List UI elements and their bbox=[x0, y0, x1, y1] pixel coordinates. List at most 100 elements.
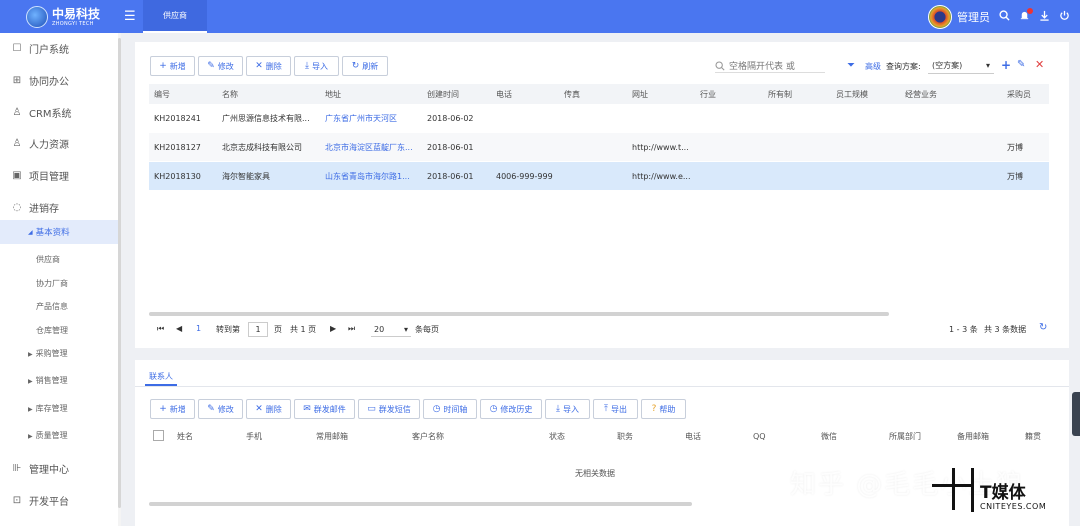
refresh-icon[interactable]: ↻ bbox=[1039, 322, 1047, 333]
column-header[interactable]: QQ bbox=[753, 426, 766, 446]
search-icon[interactable] bbox=[999, 9, 1010, 24]
column-header[interactable]: 员工规模 bbox=[836, 84, 868, 104]
help-button[interactable]: ? 帮助 bbox=[641, 399, 686, 419]
tab-contacts[interactable]: 联系人 bbox=[145, 368, 177, 386]
top-bar: 中易科技 ZHONGYI TECH ☰ 供应商 管理员 bbox=[0, 0, 1080, 33]
column-header[interactable]: 状态 bbox=[549, 426, 565, 446]
sidebar-sub-warehouse[interactable]: 仓库管理 bbox=[36, 325, 68, 336]
logo[interactable]: 中易科技 ZHONGYI TECH bbox=[26, 4, 126, 30]
prev-page-icon[interactable]: ◀ bbox=[176, 324, 182, 333]
column-header[interactable]: 经营业务 bbox=[905, 84, 937, 104]
search-input[interactable]: 空格隔开代表 或 bbox=[715, 59, 825, 73]
tab-supplier[interactable]: 供应商 bbox=[143, 0, 207, 33]
table-header: 编号 名称 地址 创建时间 电话 传真 网址 行业 所有制 员工规模 经营业务 … bbox=[149, 84, 1049, 104]
scheme-select[interactable]: (空方案) ▾ bbox=[928, 58, 994, 74]
column-header[interactable]: 客户名称 bbox=[412, 426, 444, 446]
table-row-selected[interactable]: KH2018130 海尔智能家具 山东省青岛市海尔路1... 2018-06-0… bbox=[149, 162, 1049, 190]
add-scheme-icon[interactable]: + bbox=[1001, 58, 1011, 72]
column-header[interactable]: 手机 bbox=[246, 426, 262, 446]
current-page[interactable]: 1 bbox=[196, 324, 201, 333]
timeline-button[interactable]: ◷ 时间轴 bbox=[423, 399, 477, 419]
last-page-icon[interactable]: ⏭ bbox=[348, 324, 355, 334]
sidebar-item-hr[interactable]: ♙ 人力资源 bbox=[0, 131, 121, 155]
contact-edit-button[interactable]: ✎ 修改 bbox=[198, 399, 243, 419]
column-header[interactable]: 职务 bbox=[617, 426, 633, 446]
contact-export-button[interactable]: ⤒ 导出 bbox=[593, 399, 638, 419]
column-header[interactable]: 微信 bbox=[821, 426, 837, 446]
clock-icon: ◷ bbox=[489, 404, 498, 414]
sidebar-sub-product[interactable]: 产品信息 bbox=[36, 301, 68, 312]
column-header[interactable]: 编号 bbox=[154, 84, 170, 104]
sidebar-group-basic-info[interactable]: ◢ 基本资料 bbox=[0, 220, 121, 244]
sidebar-item-inventory[interactable]: ◌ 进销存 bbox=[0, 195, 121, 219]
sidebar-item-dev-platform[interactable]: ⊡ 开发平台 bbox=[0, 488, 121, 512]
page-size-select[interactable]: 20 ▾ bbox=[371, 322, 411, 337]
column-header[interactable]: 行业 bbox=[700, 84, 716, 104]
sidebar-item-office[interactable]: ⊞ 协同办公 bbox=[0, 68, 121, 92]
contact-delete-button[interactable]: ✕ 删除 bbox=[246, 399, 291, 419]
cell-created: 2018-06-02 bbox=[427, 113, 474, 123]
download-icon[interactable] bbox=[1039, 10, 1050, 24]
column-header[interactable]: 姓名 bbox=[177, 426, 193, 446]
sidebar-scrollbar[interactable] bbox=[118, 33, 121, 526]
column-header[interactable]: 电话 bbox=[685, 426, 701, 446]
cell-address[interactable]: 山东省青岛市海尔路1... bbox=[325, 162, 421, 190]
sidebar-sub-supplier[interactable]: 供应商 bbox=[36, 254, 60, 265]
edit-button[interactable]: ✎ 修改 bbox=[198, 56, 243, 76]
delete-button[interactable]: ✕ 删除 bbox=[246, 56, 291, 76]
add-button[interactable]: + 新增 bbox=[150, 56, 195, 76]
page-input[interactable]: 1 bbox=[248, 322, 268, 337]
next-page-icon[interactable]: ▶ bbox=[330, 324, 336, 333]
side-drawer-handle[interactable] bbox=[1072, 392, 1080, 436]
import-button[interactable]: ⤓ 导入 bbox=[294, 56, 339, 76]
column-header[interactable]: 采购员 bbox=[1007, 84, 1031, 104]
refresh-icon: ↻ bbox=[351, 61, 360, 71]
delete-scheme-icon[interactable]: ✕ bbox=[1035, 58, 1044, 71]
cell-id: KH2018130 bbox=[154, 171, 201, 181]
first-page-icon[interactable]: ⏮ bbox=[157, 324, 164, 334]
sidebar-sub-partner[interactable]: 协力厂商 bbox=[36, 278, 68, 289]
bell-icon[interactable] bbox=[1019, 7, 1033, 24]
select-all-checkbox[interactable] bbox=[153, 430, 164, 441]
sidebar-item-project[interactable]: ▣ 项目管理 bbox=[0, 163, 121, 187]
column-header[interactable]: 电话 bbox=[496, 84, 512, 104]
sidebar-item-crm[interactable]: ♙ CRM系统 bbox=[0, 100, 121, 124]
sidebar-item-admin-center[interactable]: ⊪ 管理中心 bbox=[0, 456, 121, 480]
edit-history-button[interactable]: ◷ 修改历史 bbox=[480, 399, 542, 419]
avatar[interactable] bbox=[928, 4, 952, 29]
table-horizontal-scrollbar[interactable] bbox=[149, 312, 889, 316]
column-header[interactable]: 籍贯 bbox=[1025, 426, 1041, 446]
menu-toggle-icon[interactable]: ☰ bbox=[124, 9, 136, 24]
contacts-horizontal-scrollbar[interactable] bbox=[149, 502, 692, 506]
sidebar-group-sales[interactable]: ▶ 销售管理 bbox=[28, 375, 68, 386]
sidebar-group-stock[interactable]: ▶ 库存管理 bbox=[28, 403, 68, 414]
column-header[interactable]: 所有制 bbox=[768, 84, 792, 104]
power-icon[interactable] bbox=[1059, 10, 1070, 24]
cell-address[interactable]: 北京市海淀区蓝靛厂东... bbox=[325, 133, 421, 161]
column-header[interactable]: 名称 bbox=[222, 84, 238, 104]
sidebar-group-purchase[interactable]: ▶ 采购管理 bbox=[28, 348, 68, 359]
column-header[interactable]: 传真 bbox=[564, 84, 580, 104]
edit-scheme-icon[interactable]: ✎ bbox=[1017, 59, 1025, 70]
bulk-sms-button[interactable]: ▭ 群发短信 bbox=[358, 399, 420, 419]
contact-import-button[interactable]: ⤓ 导入 bbox=[545, 399, 590, 419]
user-name[interactable]: 管理员 bbox=[957, 9, 990, 25]
cell-address[interactable]: 广东省广州市天河区 bbox=[325, 104, 421, 132]
column-header[interactable]: 网址 bbox=[632, 84, 648, 104]
advanced-search-link[interactable]: 高级 bbox=[865, 61, 881, 72]
sidebar-item-portal[interactable]: ☐ 门户系统 bbox=[0, 36, 121, 60]
column-header[interactable]: 地址 bbox=[325, 84, 341, 104]
column-header[interactable]: 所属部门 bbox=[889, 426, 921, 446]
refresh-button[interactable]: ↻ 刷新 bbox=[342, 56, 388, 76]
contact-add-button[interactable]: + 新增 bbox=[150, 399, 195, 419]
cell-buyer: 万博 bbox=[1007, 142, 1023, 152]
table-row[interactable]: KH2018241 广州思源信息技术有限... 广东省广州市天河区 2018-0… bbox=[149, 104, 1049, 132]
column-header[interactable]: 常用邮箱 bbox=[316, 426, 348, 446]
bulk-email-button[interactable]: ✉ 群发邮件 bbox=[294, 399, 355, 419]
table-row[interactable]: KH2018127 北京志成科技有限公司 北京市海淀区蓝靛厂东... 2018-… bbox=[149, 133, 1049, 161]
column-header[interactable]: 创建时间 bbox=[427, 84, 459, 104]
filter-icon[interactable]: ⏷ bbox=[847, 60, 855, 71]
sidebar-group-quality[interactable]: ▶ 质量管理 bbox=[28, 430, 68, 441]
column-header[interactable]: 备用邮箱 bbox=[957, 426, 989, 446]
sidebar-scroll-thumb[interactable] bbox=[118, 38, 121, 508]
